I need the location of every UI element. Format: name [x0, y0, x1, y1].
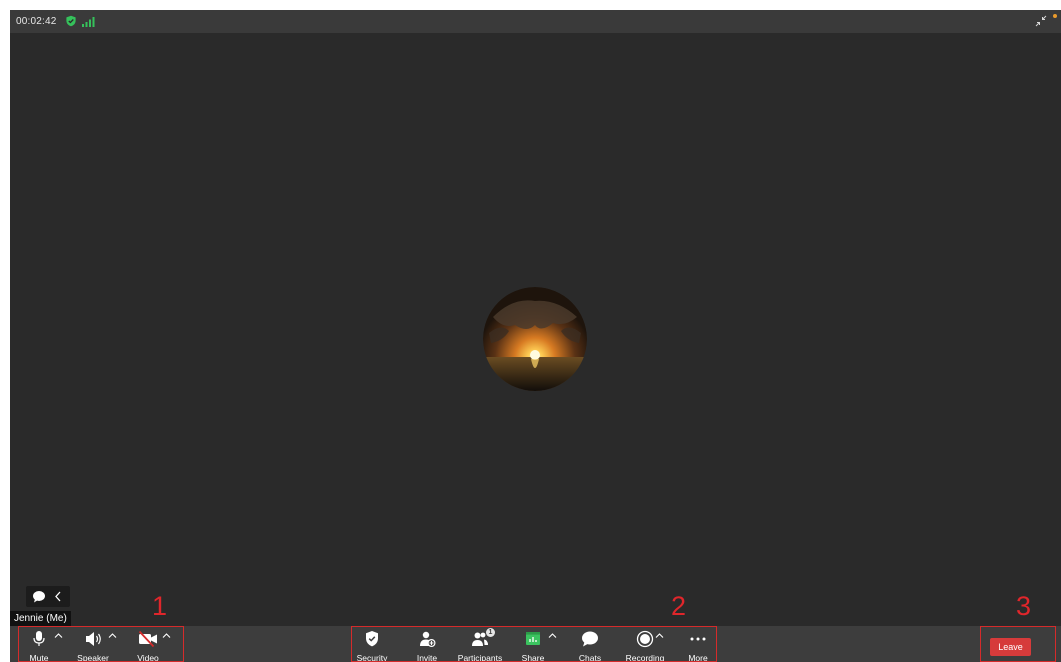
chat-bubble-icon	[33, 591, 45, 603]
signal-bars-icon[interactable]	[82, 17, 96, 27]
annotation-box-2	[351, 626, 717, 662]
chevron-left-icon	[55, 591, 61, 602]
notification-dot	[1053, 14, 1057, 18]
annotation-label-1: 1	[152, 591, 168, 621]
meeting-window: 00:02:42 Jennie (Me) Mute Speaker Video …	[10, 10, 1061, 662]
annotation-box-3	[980, 626, 1056, 662]
chat-panel-toggle[interactable]	[26, 586, 70, 607]
annotation-label-2: 2	[671, 591, 687, 621]
participant-avatar	[483, 287, 587, 391]
top-status-bar: 00:02:42	[10, 10, 1061, 33]
annotation-label-3: 3	[1016, 591, 1032, 621]
annotation-box-1	[18, 626, 184, 662]
arrows-in-icon[interactable]	[1035, 15, 1047, 27]
shield-check-icon[interactable]	[65, 15, 77, 27]
participant-name-label: Jennie (Me)	[10, 611, 71, 626]
meeting-timer: 00:02:42	[16, 16, 57, 27]
